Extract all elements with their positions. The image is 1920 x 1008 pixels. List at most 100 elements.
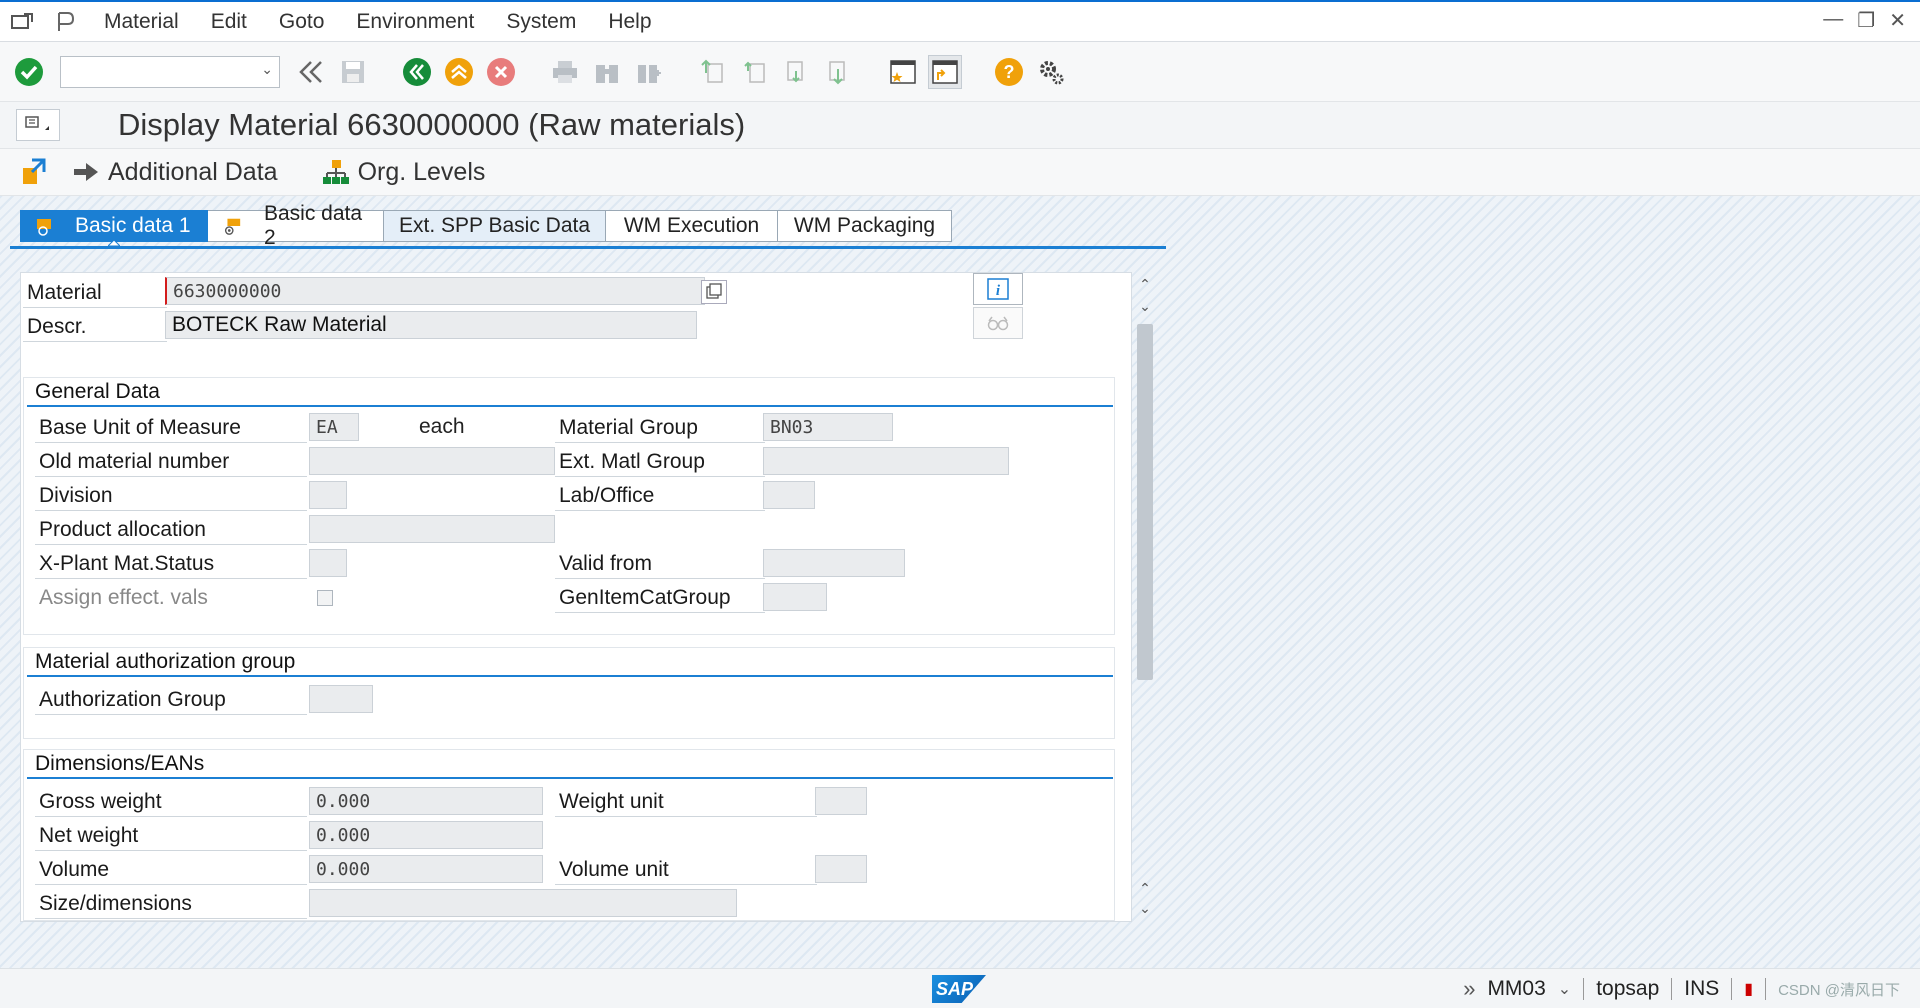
restore-icon[interactable]: ❐: [1857, 8, 1875, 33]
expand-status-icon[interactable]: »: [1463, 976, 1475, 1002]
division-field[interactable]: [309, 481, 347, 509]
help-icon[interactable]: ?: [992, 55, 1026, 89]
other-material-button[interactable]: [20, 158, 48, 186]
weight-unit-field[interactable]: [815, 787, 867, 815]
title-bar: Display Material 6630000000 (Raw materia…: [0, 102, 1920, 148]
scroll-up-icon[interactable]: ⌃: [1136, 276, 1154, 294]
tab-label: Basic data 1: [75, 214, 191, 237]
chevron-down-icon[interactable]: ⌄: [1558, 979, 1571, 999]
org-levels-label: Org. Levels: [357, 157, 486, 186]
glasses-button[interactable]: [973, 307, 1023, 339]
valid-from-label: Valid from: [555, 549, 765, 579]
previous-page-icon[interactable]: [738, 55, 772, 89]
arrow-right-icon: [74, 163, 98, 181]
screen-tool-icon[interactable]: [16, 109, 60, 141]
menu-edit[interactable]: Edit: [195, 2, 263, 42]
content-panel: Material 6630000000 Descr. BOTECK Raw Ma…: [20, 272, 1132, 922]
menu-environment[interactable]: Environment: [340, 2, 490, 42]
net-weight-field[interactable]: 0.000: [309, 821, 543, 849]
svg-text:i: i: [996, 283, 1001, 299]
base-uom-label: Base Unit of Measure: [35, 413, 307, 443]
size-dimensions-label: Size/dimensions: [35, 889, 307, 919]
material-group-label: Material Group: [555, 413, 765, 443]
material-field[interactable]: 6630000000: [165, 277, 705, 305]
additional-data-button[interactable]: Additional Data: [72, 158, 278, 187]
gross-weight-field[interactable]: 0.000: [309, 787, 543, 815]
page-title: Display Material 6630000000 (Raw materia…: [118, 107, 746, 142]
menu-goto[interactable]: Goto: [263, 2, 341, 42]
auth-group-field[interactable]: [309, 685, 373, 713]
menu-material[interactable]: Material: [88, 2, 195, 42]
additional-data-label: Additional Data: [108, 157, 278, 186]
ext-matl-group-field[interactable]: [763, 447, 1009, 475]
exit-button[interactable]: [442, 55, 476, 89]
tab-label: Basic data 2: [263, 202, 363, 249]
tab-ext-spp-basic-data[interactable]: Ext. SPP Basic Data: [384, 210, 606, 242]
volume-field[interactable]: 0.000: [309, 855, 543, 883]
scrollbar-thumb[interactable]: [1137, 324, 1153, 680]
material-label: Material: [23, 278, 167, 308]
chevron-down-icon[interactable]: ⌄: [261, 61, 273, 78]
dimensions-title: Dimensions/EANs: [27, 749, 1113, 779]
tab-basic-data-1[interactable]: Basic data 1: [20, 210, 208, 242]
tab-status-icon: [37, 219, 51, 236]
volume-unit-field[interactable]: [815, 855, 867, 883]
vertical-scrollbar[interactable]: ⌃ ⌄ ⌃ ⌄: [1134, 272, 1156, 922]
next-page-icon[interactable]: [780, 55, 814, 89]
material-group-field[interactable]: BN03: [763, 413, 893, 441]
settings-gear-icon[interactable]: [1034, 55, 1068, 89]
tab-wm-packaging[interactable]: WM Packaging: [778, 210, 952, 242]
enter-button[interactable]: [12, 55, 46, 89]
size-dimensions-field[interactable]: [309, 889, 737, 917]
tab-label: Ext. SPP Basic Data: [398, 214, 591, 237]
info-icon: i: [987, 278, 1009, 300]
page-up-icon[interactable]: ⌃: [1136, 880, 1154, 898]
org-levels-button[interactable]: Org. Levels: [322, 157, 486, 187]
server-name: topsap: [1596, 977, 1660, 1000]
save-icon[interactable]: [336, 55, 370, 89]
minimize-icon[interactable]: —: [1823, 8, 1843, 33]
back-button[interactable]: [400, 55, 434, 89]
menu-app-icon[interactable]: [0, 2, 44, 42]
find-next-icon[interactable]: [632, 55, 666, 89]
find-icon[interactable]: [590, 55, 624, 89]
tab-status-icon: [224, 218, 241, 235]
double-back-icon[interactable]: [294, 55, 328, 89]
tab-wm-execution[interactable]: WM Execution: [606, 210, 778, 242]
valid-from-field[interactable]: [763, 549, 905, 577]
scroll-down-icon[interactable]: ⌄: [1136, 298, 1154, 316]
glasses-icon: [987, 316, 1009, 331]
print-icon[interactable]: [548, 55, 582, 89]
input-mode: INS: [1684, 977, 1720, 1000]
close-icon[interactable]: ✕: [1889, 8, 1906, 33]
gen-item-cat-field[interactable]: [763, 583, 827, 611]
org-hierarchy-icon: [322, 160, 349, 184]
svg-text:?: ?: [1004, 62, 1015, 82]
last-page-icon[interactable]: [822, 55, 856, 89]
shortcut-icon[interactable]: [928, 54, 962, 89]
tab-basic-data-2[interactable]: Basic data 2: [208, 202, 384, 249]
first-page-icon[interactable]: [696, 55, 730, 89]
lab-office-field[interactable]: [763, 481, 815, 509]
old-material-field[interactable]: [309, 447, 555, 475]
xplant-status-field[interactable]: [309, 549, 347, 577]
menu-system[interactable]: System: [490, 2, 592, 42]
descr-field[interactable]: BOTECK Raw Material: [165, 311, 697, 339]
product-allocation-field[interactable]: [309, 515, 555, 543]
info-button[interactable]: i: [973, 273, 1023, 305]
assign-effect-checkbox[interactable]: [317, 590, 333, 606]
menu-p-icon[interactable]: [44, 2, 88, 42]
page-down-icon[interactable]: ⌄: [1136, 900, 1154, 918]
base-uom-field[interactable]: EA: [309, 413, 359, 441]
menu-bar: Material Edit Goto Environment System He…: [0, 0, 1920, 42]
watermark-text: CSDN @清风日下: [1778, 981, 1900, 999]
cancel-button[interactable]: [484, 55, 518, 89]
system-toolbar: ⌄ ?: [0, 42, 1920, 102]
auth-group-label: Authorization Group: [35, 685, 307, 715]
copy-icon[interactable]: [701, 280, 727, 304]
menu-help[interactable]: Help: [592, 2, 667, 42]
command-field[interactable]: ⌄: [60, 55, 280, 88]
new-session-icon[interactable]: [886, 55, 920, 89]
division-label: Division: [35, 481, 307, 511]
descr-label: Descr.: [23, 312, 167, 342]
